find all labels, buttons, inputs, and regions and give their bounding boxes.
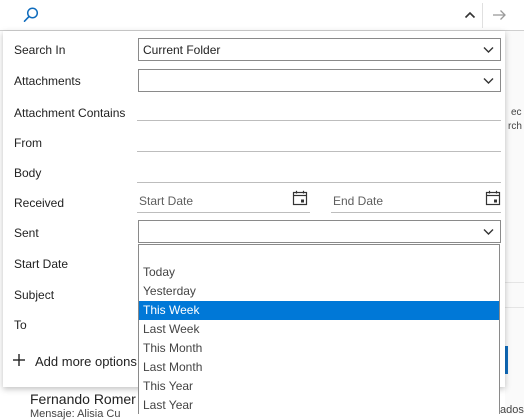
received-end-date-underline	[331, 212, 501, 213]
sent-option-today[interactable]: Today	[139, 263, 499, 282]
sent-dropdown-list[interactable]: Today Yesterday This Week Last Week This…	[138, 244, 500, 414]
from-label: From	[14, 136, 42, 150]
from-input[interactable]	[137, 151, 501, 152]
background-divider	[505, 307, 524, 308]
start-date-label: Start Date	[14, 257, 69, 271]
attachments-select[interactable]	[138, 69, 501, 92]
sent-option-this-week[interactable]: This Week	[139, 301, 499, 320]
sent-option-last-week[interactable]: Last Week	[139, 320, 499, 339]
sent-option-this-month[interactable]: This Month	[139, 339, 499, 358]
body-input[interactable]	[137, 182, 501, 183]
to-label: To	[14, 318, 27, 332]
received-label: Received	[14, 196, 65, 210]
search-in-value: Current Folder	[143, 43, 221, 57]
background-message-sender: Fernando Romer	[30, 391, 136, 407]
chevron-down-icon	[483, 229, 494, 235]
sent-option-yesterday[interactable]: Yesterday	[139, 282, 499, 301]
attachments-label: Attachments	[14, 74, 81, 88]
received-start-date-underline	[137, 212, 310, 213]
chevron-down-icon	[483, 78, 494, 84]
sent-select[interactable]	[138, 220, 501, 243]
calendar-icon[interactable]	[292, 190, 308, 206]
sent-label: Sent	[14, 226, 39, 240]
sent-option-this-year[interactable]: This Year	[139, 377, 499, 396]
plus-icon	[13, 354, 25, 366]
attachment-contains-input[interactable]	[137, 120, 501, 121]
search-bar-separator	[482, 3, 483, 28]
search-icon	[23, 7, 39, 22]
background-fragment: ados	[500, 404, 524, 416]
arrow-right-icon[interactable]	[488, 7, 510, 23]
sent-option-blank[interactable]	[139, 245, 499, 264]
search-in-label: Search In	[14, 43, 66, 57]
background-divider	[505, 282, 524, 283]
search-in-select[interactable]: Current Folder	[138, 38, 501, 61]
chevron-down-icon	[483, 47, 494, 53]
received-end-date-input[interactable]: End Date	[333, 194, 383, 208]
background-fragment: rch	[508, 121, 522, 132]
attachment-contains-label: Attachment Contains	[14, 106, 126, 120]
background-message-preview: Mensaje: Alisia Cu	[30, 408, 121, 420]
sent-option-last-year[interactable]: Last Year	[139, 396, 499, 414]
search-bar[interactable]	[0, 0, 524, 31]
background-fragment: ec	[511, 107, 522, 118]
received-start-date-input[interactable]: Start Date	[139, 194, 193, 208]
subject-label: Subject	[14, 288, 55, 302]
add-more-options-label: Add more options	[35, 354, 137, 369]
sent-option-last-month[interactable]: Last Month	[139, 358, 499, 377]
body-label: Body	[14, 166, 42, 180]
chevron-up-icon[interactable]	[462, 7, 478, 23]
calendar-icon[interactable]	[485, 190, 501, 206]
